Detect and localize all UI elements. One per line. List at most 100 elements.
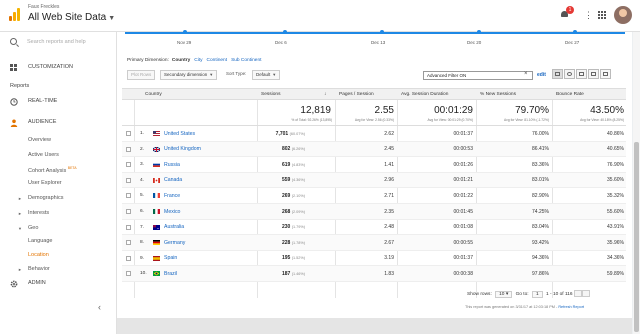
- pivot-icon: [603, 72, 608, 76]
- country-link[interactable]: Canada: [164, 177, 182, 183]
- row-checkbox[interactable]: [126, 146, 131, 152]
- col-header-pages-session[interactable]: Pages / Session: [339, 92, 374, 97]
- table-row[interactable]: 8. Germany 228 (1.78%) 2.67 00:00:55 93.42% 35…: [122, 235, 626, 251]
- dimension-city[interactable]: City: [194, 58, 202, 63]
- plot-rows-button[interactable]: Plot Rows: [127, 70, 156, 80]
- advanced-filter-field[interactable]: Advanced Filter ON: [423, 71, 533, 80]
- pivot-view-button[interactable]: [600, 69, 611, 79]
- refresh-report-link[interactable]: Refresh Report: [558, 305, 584, 309]
- sidebar-item-behavior[interactable]: Behavior: [28, 266, 50, 272]
- table-row[interactable]: 3. Russia 619 (4.83%) 1.41 00:01:26 83.36% 76.…: [122, 157, 626, 173]
- col-header-bounce-rate[interactable]: Bounce Rate: [556, 92, 584, 97]
- col-header-avg-session-duration[interactable]: Avg. Session Duration: [401, 92, 448, 97]
- country-link[interactable]: Mexico: [164, 209, 180, 215]
- table-row[interactable]: 5. France 269 (2.10%) 2.71 00:01:22 82.90% 35.…: [122, 188, 626, 204]
- prev-page-button[interactable]: [573, 290, 582, 297]
- sessions-percent: (1.46%): [291, 271, 305, 276]
- country-link[interactable]: France: [164, 193, 180, 199]
- table-row[interactable]: 6. Mexico 268 (2.09%) 2.35 00:01:45 74.25% 55.…: [122, 204, 626, 220]
- performance-view-button[interactable]: [576, 69, 587, 79]
- sidebar-search[interactable]: Search reports and help: [10, 38, 86, 45]
- table-row[interactable]: 9. Spain 195 (1.52%) 3.19 00:01:37 94.36% 34.3…: [122, 251, 626, 267]
- sessions-percent: (2.09%): [291, 209, 305, 214]
- sessions-percent: (60.07%): [289, 131, 305, 136]
- new-sessions-cell: 94.36%: [532, 255, 549, 262]
- col-header-sessions[interactable]: Sessions: [261, 92, 280, 97]
- row-checkbox[interactable]: [126, 255, 131, 261]
- clear-filter-icon[interactable]: ×: [524, 71, 528, 77]
- show-rows-select[interactable]: 10 ▾: [495, 290, 513, 298]
- sidebar-item-active-users[interactable]: Active Users: [28, 152, 59, 158]
- chart-date-label: Dec 6: [275, 40, 287, 45]
- chart-point[interactable]: [380, 30, 384, 34]
- table-row[interactable]: 10. Brazil 187 (1.46%) 1.83 00:00:38 97.86% 59…: [122, 266, 626, 282]
- apps-grid-icon[interactable]: [598, 11, 606, 19]
- total-pages-session: 2.55: [374, 105, 394, 116]
- sidebar-item-geo[interactable]: Geo: [28, 225, 38, 231]
- percentage-view-button[interactable]: [564, 69, 575, 79]
- chart-point[interactable]: [573, 30, 577, 34]
- scrollbar[interactable]: [633, 32, 640, 334]
- scrollbar-thumb[interactable]: [634, 142, 639, 332]
- analytics-logo-icon[interactable]: [8, 7, 22, 21]
- bounce-rate-cell: 40.65%: [607, 146, 624, 153]
- sidebar-item-location[interactable]: Location: [28, 252, 49, 258]
- table-row[interactable]: 4. Canada 559 (4.36%) 2.96 00:01:21 83.01% 35.…: [122, 172, 626, 189]
- dimension-country[interactable]: Country: [172, 58, 190, 63]
- row-checkbox[interactable]: [126, 177, 131, 183]
- dimension-sub-continent[interactable]: Sub Continent: [231, 58, 261, 63]
- row-checkbox[interactable]: [126, 131, 131, 136]
- country-link[interactable]: Brazil: [164, 271, 177, 277]
- chart-point[interactable]: [477, 30, 481, 34]
- country-link[interactable]: Russia: [164, 162, 180, 168]
- collapse-sidebar-chevron-icon[interactable]: ‹: [98, 302, 101, 312]
- comparison-view-button[interactable]: [588, 69, 599, 79]
- row-checkbox[interactable]: [126, 209, 131, 214]
- sessions-cell: 195 (1.52%): [255, 255, 305, 261]
- row-checkbox[interactable]: [126, 193, 131, 199]
- country-link[interactable]: Spain: [164, 255, 177, 261]
- dimension-continent[interactable]: Continent: [207, 58, 228, 63]
- sidebar-item-user-explorer[interactable]: User Explorer: [28, 180, 62, 186]
- edit-filter-link[interactable]: edit: [537, 72, 546, 78]
- sidebar-item-label: CUSTOMIZATION: [28, 64, 74, 70]
- chart-point[interactable]: [183, 30, 187, 34]
- secondary-dimension-dropdown[interactable]: Secondary dimension ▼: [160, 70, 218, 80]
- table-row[interactable]: 2. United Kingdom 802 (6.26%) 2.45 00:00:53 8…: [122, 141, 626, 158]
- country-link[interactable]: Australia: [164, 224, 184, 230]
- total-avg-duration: 00:01:29: [434, 105, 473, 116]
- total-pages-session-sub: Avg for View: 2.56 (0.33%): [354, 118, 394, 122]
- pages-session-cell: 2.35: [384, 208, 394, 215]
- col-header-new-sessions[interactable]: % New Sessions: [480, 92, 516, 97]
- sessions-percent: (1.52%): [291, 256, 305, 261]
- sidebar-item-demographics[interactable]: Demographics: [28, 195, 63, 201]
- row-checkbox[interactable]: [126, 271, 131, 277]
- sidebar-item-language[interactable]: Language: [28, 238, 52, 244]
- new-sessions-cell: 82.90%: [532, 192, 549, 199]
- country-link[interactable]: United Kingdom: [164, 146, 201, 152]
- col-header-country[interactable]: Country: [145, 92, 162, 97]
- more-vert-icon[interactable]: ⋮: [584, 10, 593, 21]
- table-row[interactable]: 1. United States 7,701 (60.07%) 2.62 00:01:3…: [122, 126, 626, 142]
- country-link[interactable]: Germany: [164, 240, 185, 246]
- row-checkbox[interactable]: [126, 240, 131, 246]
- avatar[interactable]: [614, 6, 632, 24]
- search-input[interactable]: Search reports and help: [27, 39, 86, 45]
- row-checkbox[interactable]: [126, 162, 131, 168]
- property-selector[interactable]: All Web Site Data ▼: [28, 12, 115, 23]
- table-row[interactable]: 7. Australia 230 (1.79%) 2.48 00:01:08 83.04%…: [122, 220, 626, 236]
- sidebar-item-interests[interactable]: Interests: [28, 210, 49, 216]
- country-link[interactable]: United States: [164, 131, 195, 137]
- row-checkbox[interactable]: [126, 224, 131, 230]
- sidebar-item-overview[interactable]: Overview: [28, 137, 51, 143]
- sidebar-item-cohort-analysis[interactable]: Cohort Analysis BETA: [28, 166, 77, 174]
- next-page-button[interactable]: [581, 290, 590, 297]
- table-view-button[interactable]: [552, 69, 563, 79]
- row-index: 7.: [140, 224, 145, 230]
- goto-input[interactable]: 1: [532, 290, 543, 298]
- bounce-rate-cell: 55.60%: [607, 208, 624, 215]
- sort-type-dropdown[interactable]: Default ▼: [252, 70, 281, 80]
- account-name[interactable]: Faux Freckles: [28, 4, 59, 10]
- chart-point[interactable]: [283, 30, 287, 34]
- sort-desc-arrow-icon: ↓: [324, 92, 327, 97]
